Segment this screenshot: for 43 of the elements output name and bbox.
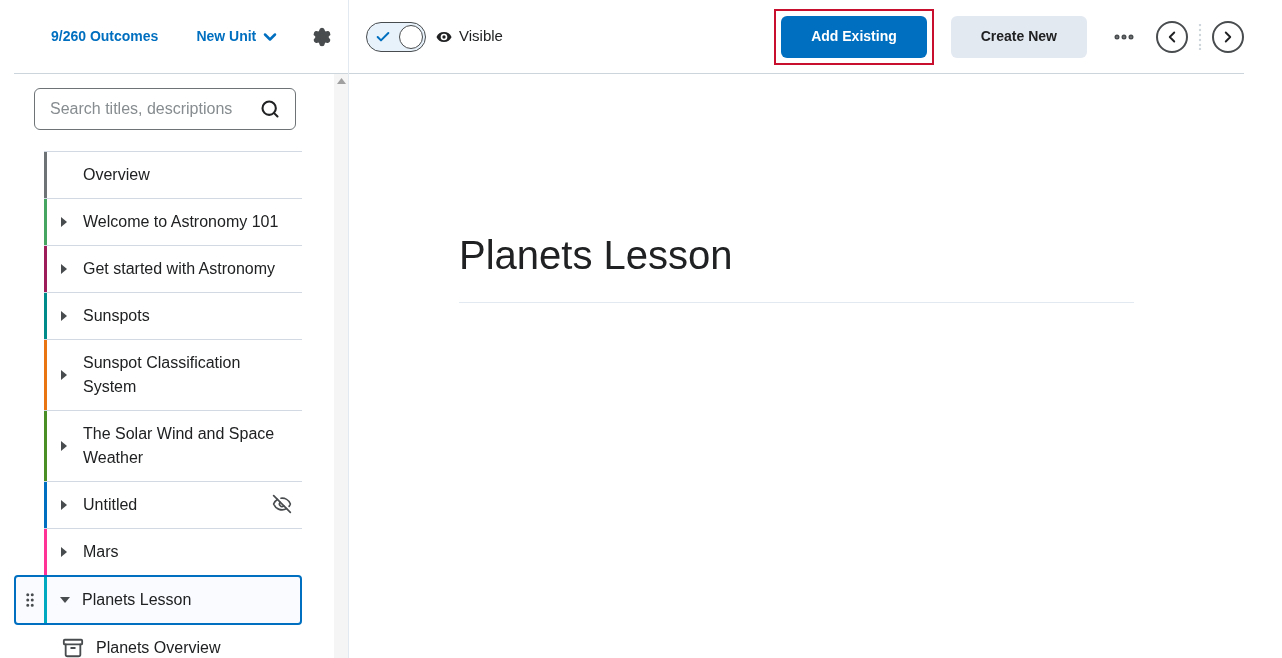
unit-item[interactable]: Get started with Astronomy: [44, 245, 302, 292]
unit-title: Overview: [83, 165, 151, 185]
caret-right-icon[interactable]: [61, 441, 67, 451]
unit-item[interactable]: Untitled: [44, 481, 302, 528]
dotted-divider: [1198, 23, 1202, 50]
visibility-switch[interactable]: [366, 21, 426, 52]
unit-title: Sunspots: [83, 306, 151, 326]
unit-item[interactable]: Overview: [44, 151, 302, 198]
switch-knob: [399, 24, 423, 49]
unit-item[interactable]: Planets Lesson: [14, 575, 302, 625]
unit-title: Get started with Astronomy: [83, 259, 277, 279]
unit-item[interactable]: Sunspot Classification System: [44, 339, 302, 410]
caret-down-icon[interactable]: [60, 597, 70, 603]
caret-right-icon[interactable]: [61, 500, 67, 510]
unit-title: Mars: [83, 542, 120, 562]
caret-right-icon[interactable]: [61, 311, 67, 321]
settings-icon[interactable]: [312, 26, 332, 47]
outcomes-link[interactable]: 9/260 Outcomes: [51, 26, 159, 47]
scrollbar-track[interactable]: [334, 74, 348, 658]
create-new-button[interactable]: Create New: [950, 15, 1087, 58]
lesson-title[interactable]: Planets Overview: [96, 636, 221, 658]
unit-item[interactable]: Welcome to Astronomy 101: [44, 198, 302, 245]
search-input[interactable]: Search titles, descriptions: [50, 97, 260, 121]
unit-title: Sunspot Classification System: [83, 353, 242, 397]
next-button[interactable]: [1212, 20, 1244, 53]
unit-title: Planets Lesson: [82, 590, 193, 610]
visibility-label: Visible: [459, 26, 503, 47]
previous-button[interactable]: [1156, 20, 1188, 53]
add-existing-button[interactable]: Add Existing: [781, 15, 927, 58]
archive-box-icon: [62, 637, 84, 658]
unit-title: Untitled: [83, 495, 139, 515]
search-icon: [260, 99, 280, 119]
unit-menu-button[interactable]: New Unit: [196, 26, 281, 47]
caret-right-icon[interactable]: [61, 217, 67, 227]
caret-right-icon[interactable]: [61, 547, 67, 557]
unit-item[interactable]: The Solar Wind and Space Weather: [44, 410, 302, 481]
search-field[interactable]: Search titles, descriptions: [34, 88, 296, 130]
page-title: Planets Lesson: [459, 232, 1134, 303]
unit-title: The Solar Wind and Space Weather: [83, 424, 276, 468]
caret-right-icon[interactable]: [61, 370, 67, 380]
caret-right-icon[interactable]: [61, 264, 67, 274]
unit-item[interactable]: Sunspots: [44, 292, 302, 339]
unit-title: Welcome to Astronomy 101: [83, 212, 280, 232]
